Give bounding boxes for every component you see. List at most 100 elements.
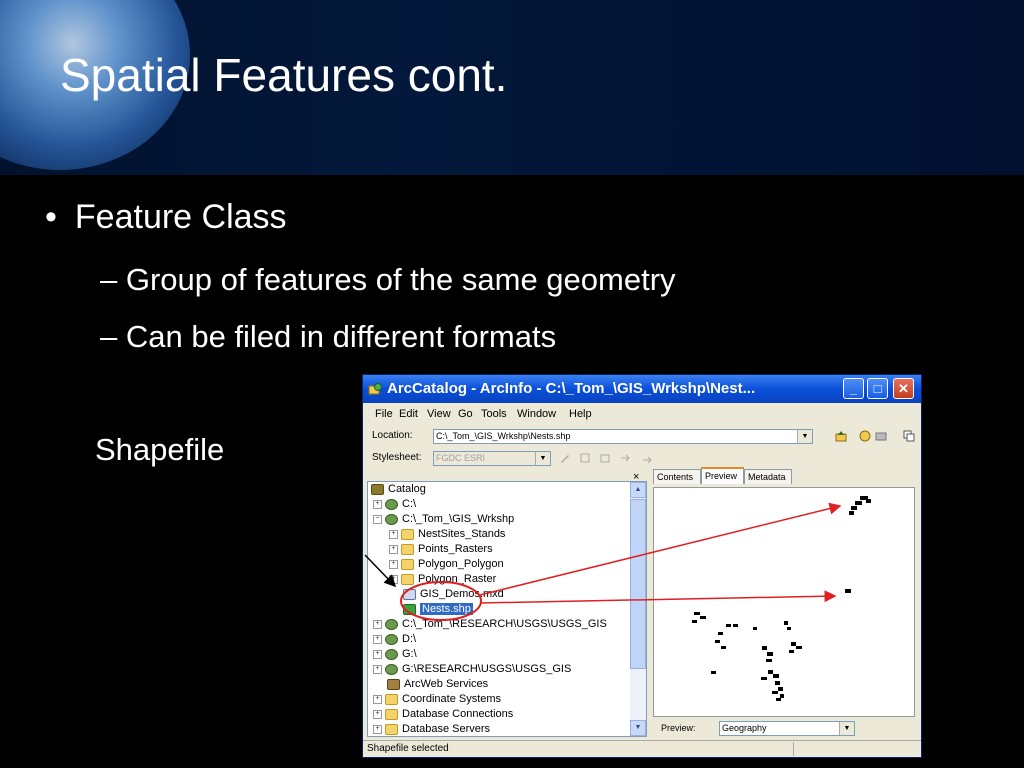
stylesheet-combobox[interactable]: FGDC ESRI ▼ <box>433 451 551 466</box>
window-titlebar[interactable]: ArcCatalog - ArcInfo - C:\_Tom_\GIS_Wrks… <box>363 375 921 403</box>
scroll-down-icon[interactable]: ▼ <box>630 720 646 736</box>
preview-type-label: Preview: <box>661 723 696 733</box>
expand-icon[interactable]: + <box>389 544 398 554</box>
connect-folder-icon[interactable] <box>859 430 871 442</box>
tree-scrollbar[interactable]: ▲ ▼ <box>630 482 646 736</box>
stylesheet-label: Stylesheet: <box>372 452 422 463</box>
tree-item-database-connections[interactable]: + Database Connections <box>373 707 513 722</box>
drive-icon <box>385 648 398 660</box>
export-metadata-icon[interactable] <box>619 452 631 464</box>
menu-tools[interactable]: Tools <box>481 408 507 420</box>
expand-icon[interactable]: + <box>389 574 398 584</box>
folder-icon <box>385 723 398 735</box>
location-label: Location: <box>372 430 413 441</box>
expand-icon[interactable]: + <box>389 559 398 569</box>
menu-go[interactable]: Go <box>458 408 473 420</box>
metadata-toolbar: Stylesheet: FGDC ESRI ▼ <box>363 447 921 469</box>
tree-item-catalog[interactable]: Catalog <box>371 482 426 497</box>
folder-icon <box>401 543 414 555</box>
shapefile-label: Shapefile <box>95 432 225 467</box>
location-toolbar: Location: C:\_Tom_\GIS_Wrkshp\Nests.shp … <box>363 425 921 447</box>
tree-item-d-drive[interactable]: + D:\ <box>373 632 416 647</box>
tree-item-nests-shp[interactable]: Nests.shp <box>403 602 473 617</box>
folder-icon <box>401 558 414 570</box>
tab-contents[interactable]: Contents <box>653 469 701 484</box>
catalog-icon <box>371 483 384 495</box>
drive-icon <box>385 633 398 645</box>
status-text: Shapefile selected <box>367 743 449 754</box>
expand-icon[interactable]: + <box>373 724 382 734</box>
tab-metadata[interactable]: Metadata <box>744 469 792 484</box>
close-button[interactable]: ✕ <box>893 378 914 399</box>
disconnect-folder-icon[interactable] <box>875 430 887 442</box>
maximize-button[interactable]: □ <box>867 378 888 399</box>
tree-item-gis-demos-mxd[interactable]: GIS_Demos.mxd <box>403 587 504 602</box>
expand-icon[interactable]: + <box>373 499 382 509</box>
geography-preview[interactable] <box>653 487 915 717</box>
chevron-down-icon[interactable]: ▼ <box>839 722 854 735</box>
chevron-down-icon[interactable]: ▼ <box>797 430 812 443</box>
subbullet-geometry: – Group of features of the same geometry <box>100 262 676 297</box>
tree-item-polygon-raster[interactable]: + Polygon_Raster <box>389 572 496 587</box>
status-pane <box>793 742 904 756</box>
arcweb-icon <box>387 678 400 690</box>
bullet-dot: • <box>45 198 57 236</box>
expand-icon[interactable]: + <box>373 709 382 719</box>
tab-preview[interactable]: Preview <box>701 467 744 484</box>
tree-item-database-servers[interactable]: + Database Servers <box>373 722 490 736</box>
menu-view[interactable]: View <box>427 408 451 420</box>
catalog-tree: Catalog + C:\ − C:\_Tom_\GIS_Wrkshp + NestS… <box>367 481 647 737</box>
status-bar: Shapefile selected <box>363 740 921 758</box>
minimize-button[interactable]: _ <box>843 378 864 399</box>
pane-close-icon[interactable]: × <box>633 471 639 483</box>
shapefile-icon <box>403 603 416 615</box>
expand-icon[interactable]: + <box>373 634 382 644</box>
up-one-level-icon[interactable] <box>835 430 847 442</box>
drive-icon <box>385 618 398 630</box>
tree-item-nestsites-stands[interactable]: + NestSites_Stands <box>389 527 505 542</box>
scroll-thumb[interactable] <box>630 499 646 669</box>
edit-metadata-icon[interactable] <box>559 452 571 464</box>
tree-item-polygon-polygon[interactable]: + Polygon_Polygon <box>389 557 504 572</box>
menu-help[interactable]: Help <box>569 408 592 420</box>
expand-icon[interactable]: + <box>373 664 382 674</box>
copy-icon[interactable] <box>903 430 915 442</box>
drive-icon <box>385 513 398 525</box>
bullet-feature-class: • Feature Class <box>45 198 287 236</box>
chevron-down-icon[interactable]: ▼ <box>535 452 550 465</box>
tree-item-points-rasters[interactable]: + Points_Rasters <box>389 542 493 557</box>
properties-icon[interactable] <box>579 452 591 464</box>
expand-icon[interactable]: + <box>373 694 382 704</box>
tree-item-g-drive[interactable]: + G:\ <box>373 647 417 662</box>
scroll-up-icon[interactable]: ▲ <box>630 482 646 498</box>
menu-edit[interactable]: Edit <box>399 408 418 420</box>
subbullet-formats: – Can be filed in different formats <box>100 319 557 354</box>
folder-icon <box>401 573 414 585</box>
folder-icon <box>385 693 398 705</box>
drive-icon <box>385 663 398 675</box>
menu-file[interactable]: File <box>375 408 393 420</box>
collapse-icon[interactable]: − <box>373 514 382 524</box>
nests-point-map <box>692 496 871 701</box>
tree-item-gis-wrkshp[interactable]: − C:\_Tom_\GIS_Wrkshp <box>373 512 514 527</box>
menu-window[interactable]: Window <box>517 408 556 420</box>
tree-item-coordinate-systems[interactable]: + Coordinate Systems <box>373 692 501 707</box>
import-metadata-icon[interactable] <box>599 452 611 464</box>
tree-item-research-usgs[interactable]: + C:\_Tom_\RESEARCH\USGS\USGS_GIS <box>373 617 607 632</box>
window-title: ArcCatalog - ArcInfo - C:\_Tom_\GIS_Wrks… <box>387 380 756 397</box>
preview-type-row: Preview: Geography ▼ <box>653 719 915 737</box>
expand-icon[interactable]: + <box>373 619 382 629</box>
expand-icon[interactable]: + <box>373 649 382 659</box>
expand-icon[interactable]: + <box>389 529 398 539</box>
map-document-icon <box>403 588 416 600</box>
selected-label: Nests.shp <box>420 603 473 615</box>
drive-icon <box>385 498 398 510</box>
arccatalog-app-icon <box>368 383 382 395</box>
tree-item-c-drive[interactable]: + C:\ <box>373 497 416 512</box>
tree-item-arcweb-services[interactable]: ArcWeb Services <box>387 677 488 692</box>
create-metadata-icon[interactable] <box>641 452 653 464</box>
location-combobox[interactable]: C:\_Tom_\GIS_Wrkshp\Nests.shp ▼ <box>433 429 813 444</box>
preview-type-combobox[interactable]: Geography ▼ <box>719 721 855 736</box>
tree-item-g-research-usgs[interactable]: + G:\RESEARCH\USGS\USGS_GIS <box>373 662 571 677</box>
folder-icon <box>401 528 414 540</box>
